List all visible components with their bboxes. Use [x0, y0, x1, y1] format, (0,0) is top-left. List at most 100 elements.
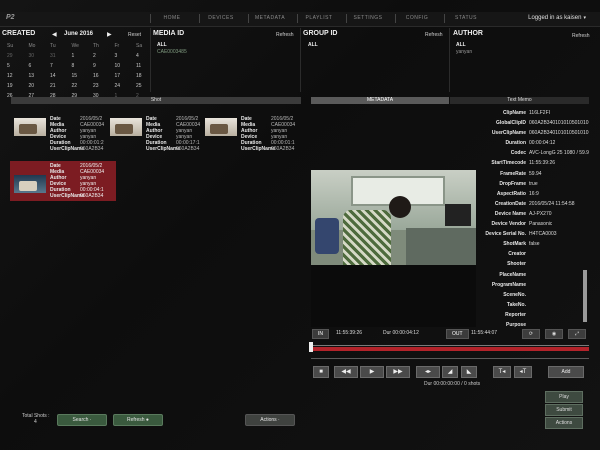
metadata-row: Device Vendor Panasonic — [478, 219, 590, 229]
calendar-day-header: Mo — [28, 43, 36, 49]
calendar-day[interactable]: 30 — [29, 52, 51, 60]
metadata-scrollbar[interactable] — [583, 270, 587, 322]
calendar-day[interactable]: 12 — [7, 72, 29, 80]
main-nav: HOME DEVICES METADATA PLAYLIST SETTINGS … — [150, 14, 487, 23]
metadata-row: TakeNo. — [478, 300, 590, 310]
shot-card[interactable]: Date 2016/05/2 Media CAE00034 Author yanyan De… — [14, 116, 114, 152]
calendar-day[interactable]: 20 — [29, 82, 51, 90]
timeline-track[interactable] — [311, 347, 589, 351]
calendar-day[interactable]: 1 — [72, 52, 94, 60]
reset-button[interactable]: Reset — [128, 32, 141, 38]
calendar-day[interactable]: 10 — [115, 62, 137, 70]
actions-button[interactable]: Actions · — [245, 414, 295, 426]
group-id-all[interactable]: ALL — [308, 42, 318, 48]
shot-card[interactable]: Date 2016/05/2 Media CAE00034 Author yanyan De… — [110, 116, 210, 152]
calendar-day[interactable]: 19 — [7, 82, 29, 90]
calendar-day[interactable]: 2 — [93, 52, 115, 60]
login-menu[interactable]: Logged in as kaisen ▾ — [528, 15, 586, 21]
calendar-day[interactable]: 4 — [136, 52, 158, 60]
timeline-divider — [311, 358, 589, 359]
snapshot-icon[interactable]: ◉ — [545, 329, 563, 339]
video-preview[interactable] — [311, 170, 476, 265]
calendar-day[interactable]: 7 — [50, 62, 72, 70]
divider — [449, 28, 450, 92]
metadata-row: ShotMark false — [478, 239, 590, 249]
nav-settings[interactable]: SETTINGS — [346, 14, 389, 23]
shot-field-label: UserClipName — [50, 193, 85, 199]
side-actions-button[interactable]: Actions — [545, 417, 583, 429]
refresh-button[interactable]: Refresh ● — [113, 414, 163, 426]
rewind-icon[interactable]: ◀◀ — [334, 366, 358, 378]
calendar-day[interactable]: 14 — [50, 72, 72, 80]
mark-icon[interactable]: ◣ — [461, 366, 477, 378]
calendar-day[interactable]: 21 — [50, 82, 72, 90]
shot-info: Date 2016/05/2 Media CAE00034 Author yanyan De… — [241, 116, 305, 152]
frame-step-icon[interactable]: ◂▸ — [416, 366, 440, 378]
nav-metadata[interactable]: METADATA — [248, 14, 291, 23]
calendar-day[interactable]: 5 — [7, 62, 29, 70]
calendar-day[interactable]: 25 — [136, 82, 158, 90]
media-id-refresh-button[interactable]: Refresh — [276, 32, 294, 38]
shot-thumbnail — [14, 118, 46, 136]
timeline-playhead[interactable] — [309, 342, 313, 352]
calendar-day[interactable]: 18 — [136, 72, 158, 80]
stop-icon[interactable]: ■ — [313, 366, 329, 378]
calendar-day[interactable]: 15 — [72, 72, 94, 80]
metadata-value: Panasonic — [529, 221, 553, 228]
video-panel-blank — [311, 265, 476, 327]
calendar-day[interactable]: 17 — [115, 72, 137, 80]
author-refresh-button[interactable]: Refresh — [572, 33, 590, 39]
next-month-icon[interactable]: ▶ — [107, 31, 112, 38]
nav-devices[interactable]: DEVICES — [199, 14, 242, 23]
search-button[interactable]: Search · — [57, 414, 107, 426]
nav-home[interactable]: HOME — [150, 14, 193, 23]
metadata-key: ClipName — [502, 110, 526, 116]
nav-config[interactable]: CONFIG — [395, 14, 438, 23]
metadata-value: 116LF2FI — [529, 110, 551, 116]
calendar-day[interactable]: 24 — [115, 82, 137, 90]
author-item[interactable]: yanyan — [456, 49, 472, 55]
tab-metadata[interactable]: METADATA — [311, 97, 449, 104]
total-shots: Total Shots : 4 — [22, 413, 50, 425]
submit-button[interactable]: Submit — [545, 404, 583, 416]
fullscreen-icon[interactable]: ⤢ — [568, 329, 586, 339]
author-all[interactable]: ALL — [456, 42, 466, 48]
calendar-day[interactable]: 29 — [7, 52, 29, 60]
calendar-day[interactable]: 13 — [29, 72, 51, 80]
nav-status[interactable]: STATUS — [444, 14, 487, 23]
media-id-all[interactable]: ALL — [157, 42, 167, 48]
calendar-day[interactable]: 23 — [93, 82, 115, 90]
calendar-day[interactable]: 16 — [93, 72, 115, 80]
set-out-button[interactable]: ◂T — [514, 366, 532, 378]
loop-icon[interactable]: ⟳ — [522, 329, 540, 339]
in-button[interactable]: IN — [312, 329, 329, 339]
set-in-button[interactable]: T◂ — [493, 366, 511, 378]
out-timecode: 11:55:44:07 — [471, 330, 498, 336]
tab-text-memo[interactable]: Text Memo — [450, 97, 589, 104]
play-icon[interactable]: ▶ — [360, 366, 384, 378]
fast-forward-icon[interactable]: ▶▶ — [386, 366, 410, 378]
shot-card[interactable]: Date 2016/05/2 Media CAE00034 Author yanyan De… — [205, 116, 305, 152]
calendar-day-header: Fr — [114, 43, 120, 49]
add-button[interactable]: Add — [548, 366, 584, 378]
calendar-day[interactable]: 6 — [29, 62, 51, 70]
metadata-row: CreationDate 2016/05/24 11:54:58 — [478, 199, 590, 209]
media-id-item[interactable]: CAE0003485 — [157, 49, 187, 55]
shot-field-label: UserClipName — [50, 146, 85, 152]
out-button[interactable]: OUT — [446, 329, 469, 339]
nav-playlist[interactable]: PLAYLIST — [297, 14, 340, 23]
calendar-day[interactable]: 9 — [93, 62, 115, 70]
calendar-day[interactable]: 22 — [72, 82, 94, 90]
playlist-duration: Dur 00:00:00:00 / 0 shots — [424, 381, 481, 387]
metadata-row: SceneNo. — [478, 290, 590, 300]
calendar-day[interactable]: 31 — [50, 52, 72, 60]
play-button[interactable]: Play — [545, 391, 583, 403]
calendar-day[interactable]: 8 — [72, 62, 94, 70]
prev-month-icon[interactable]: ◀ — [52, 31, 57, 38]
group-id-refresh-button[interactable]: Refresh — [425, 32, 443, 38]
calendar-day[interactable]: 3 — [115, 52, 137, 60]
metadata-key: StartTimecode — [491, 160, 526, 167]
mark-icon[interactable]: ◢ — [442, 366, 458, 378]
shot-card-selected[interactable]: Date 2016/05/2 Media CAE00034 Author yanyan De… — [10, 161, 116, 201]
calendar-day[interactable]: 11 — [136, 62, 158, 70]
